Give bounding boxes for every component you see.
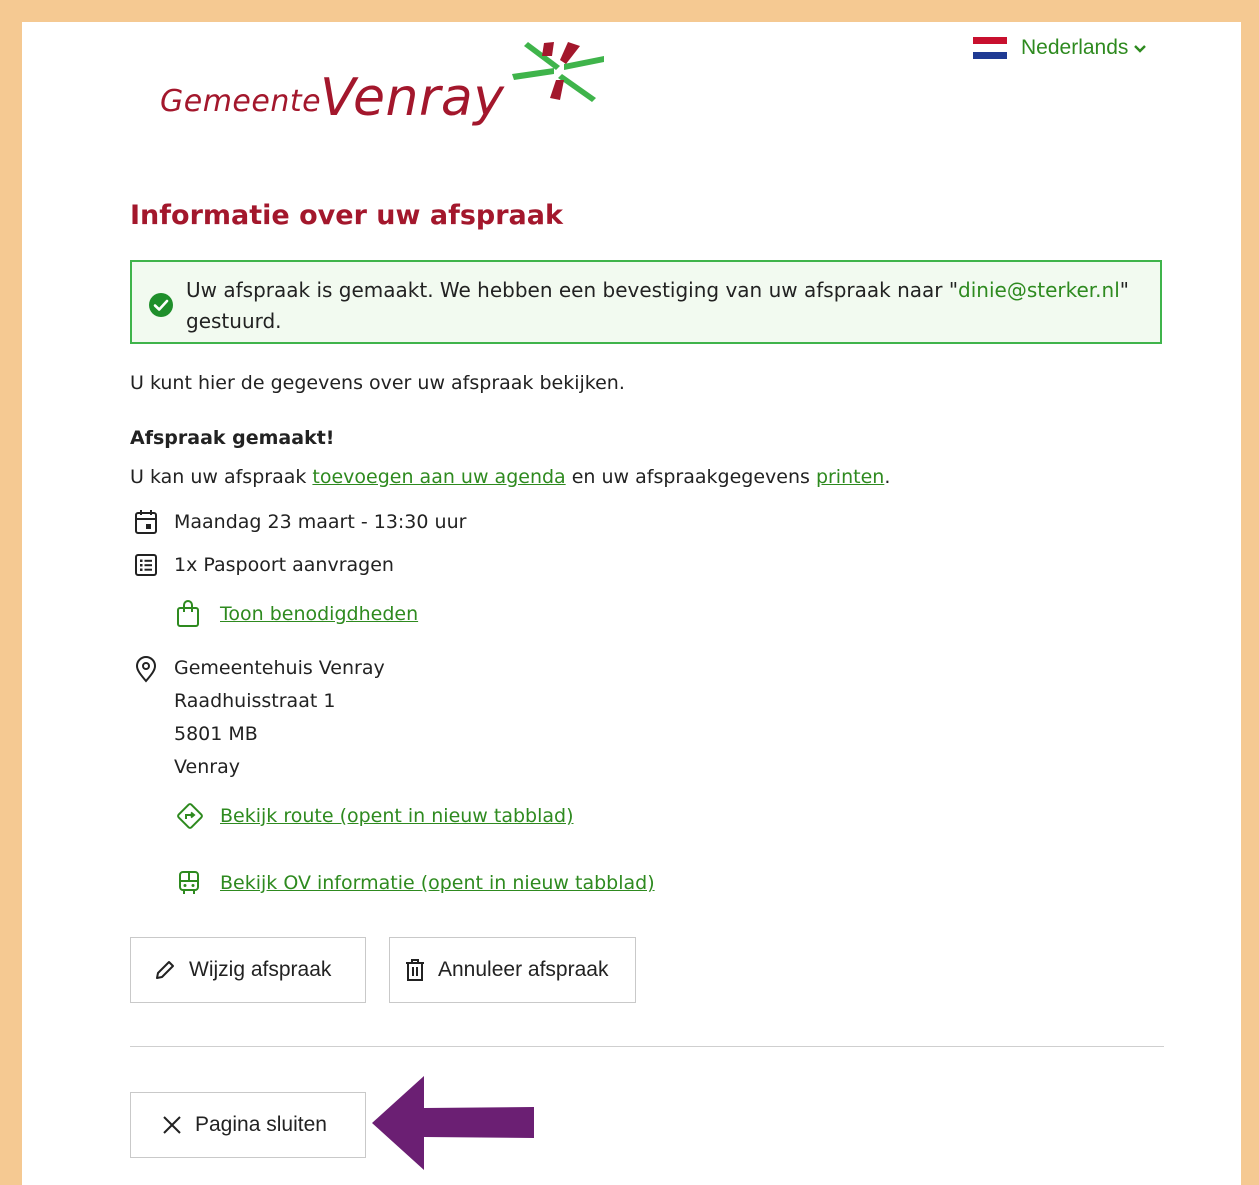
edit-appointment-button[interactable]: Wijzig afspraak <box>130 937 366 1003</box>
route-icon <box>176 802 206 830</box>
intro-text: U kunt hier de gegevens over uw afspraak… <box>130 372 625 394</box>
made-heading: Afspraak gemaakt! <box>130 427 335 449</box>
route-link[interactable]: Bekijk route (opent in nieuw tabblad) <box>220 805 574 827</box>
location-pin-icon <box>130 655 162 683</box>
datetime-text: Maandag 23 maart - 13:30 uur <box>174 511 467 533</box>
divider <box>130 1046 1164 1047</box>
shopping-bag-icon <box>176 600 206 628</box>
location-postcode: 5801 MB <box>174 723 258 745</box>
edit-appointment-label: Wijzig afspraak <box>189 958 332 981</box>
made-line-before: U kan uw afspraak <box>130 466 313 488</box>
location-name: Gemeentehuis Venray <box>174 657 385 679</box>
location-icon-row <box>130 655 174 683</box>
made-line: U kan uw afspraak toevoegen aan uw agend… <box>130 466 890 488</box>
alert-email: dinie@sterker.nl <box>958 278 1120 302</box>
logo-text-large: Venray <box>320 68 505 128</box>
location-address: Gemeentehuis Venray Raadhuisstraat 1 580… <box>174 652 385 784</box>
cancel-appointment-label: Annuleer afspraak <box>438 958 609 981</box>
close-page-label: Pagina sluiten <box>195 1113 327 1136</box>
annotation-arrow-icon <box>372 1076 534 1170</box>
location-city: Venray <box>174 756 240 778</box>
print-link[interactable]: printen <box>816 466 884 488</box>
list-icon <box>130 552 162 578</box>
add-to-agenda-link[interactable]: toevoegen aan uw agenda <box>312 466 565 488</box>
close-page-button[interactable]: Pagina sluiten <box>130 1092 366 1158</box>
requirements-link-row[interactable]: Toon benodigdheden <box>176 600 418 628</box>
appointment-product: 1x Paspoort aanvragen <box>130 552 394 578</box>
nl-flag-icon <box>973 37 1007 59</box>
close-icon <box>161 1114 183 1136</box>
ov-link[interactable]: Bekijk OV informatie (opent in nieuw tab… <box>220 872 655 894</box>
made-line-after: . <box>884 466 891 488</box>
alert-text-before: Uw afspraak is gemaakt. We hebben een be… <box>186 278 959 302</box>
requirements-link[interactable]: Toon benodigdheden <box>220 603 418 625</box>
appointment-datetime: Maandag 23 maart - 13:30 uur <box>130 508 466 536</box>
alert-message: Uw afspraak is gemaakt. We hebben een be… <box>186 275 1146 337</box>
language-selector[interactable]: Nederlands <box>973 36 1147 60</box>
calendar-icon <box>130 508 162 536</box>
logo-text-small: Gemeente <box>160 84 322 119</box>
product-text: 1x Paspoort aanvragen <box>174 554 394 576</box>
trash-icon <box>404 958 426 982</box>
pencil-icon <box>153 958 177 982</box>
language-label: Nederlands <box>1021 36 1129 59</box>
check-circle-icon <box>149 293 173 317</box>
ov-link-row[interactable]: Bekijk OV informatie (opent in nieuw tab… <box>176 869 655 897</box>
route-link-row[interactable]: Bekijk route (opent in nieuw tabblad) <box>176 802 574 830</box>
chevron-down-icon <box>1134 40 1147 56</box>
page-title: Informatie over uw afspraak <box>130 200 563 231</box>
gemeente-venray-logo[interactable]: Gemeente Venray <box>160 40 604 145</box>
made-line-middle: en uw afspraakgegevens <box>565 466 816 488</box>
cancel-appointment-button[interactable]: Annuleer afspraak <box>389 937 636 1003</box>
success-alert: Uw afspraak is gemaakt. We hebben een be… <box>130 260 1162 344</box>
location-street: Raadhuisstraat 1 <box>174 690 336 712</box>
bus-icon <box>176 869 206 897</box>
logo-star-icon <box>512 42 604 102</box>
